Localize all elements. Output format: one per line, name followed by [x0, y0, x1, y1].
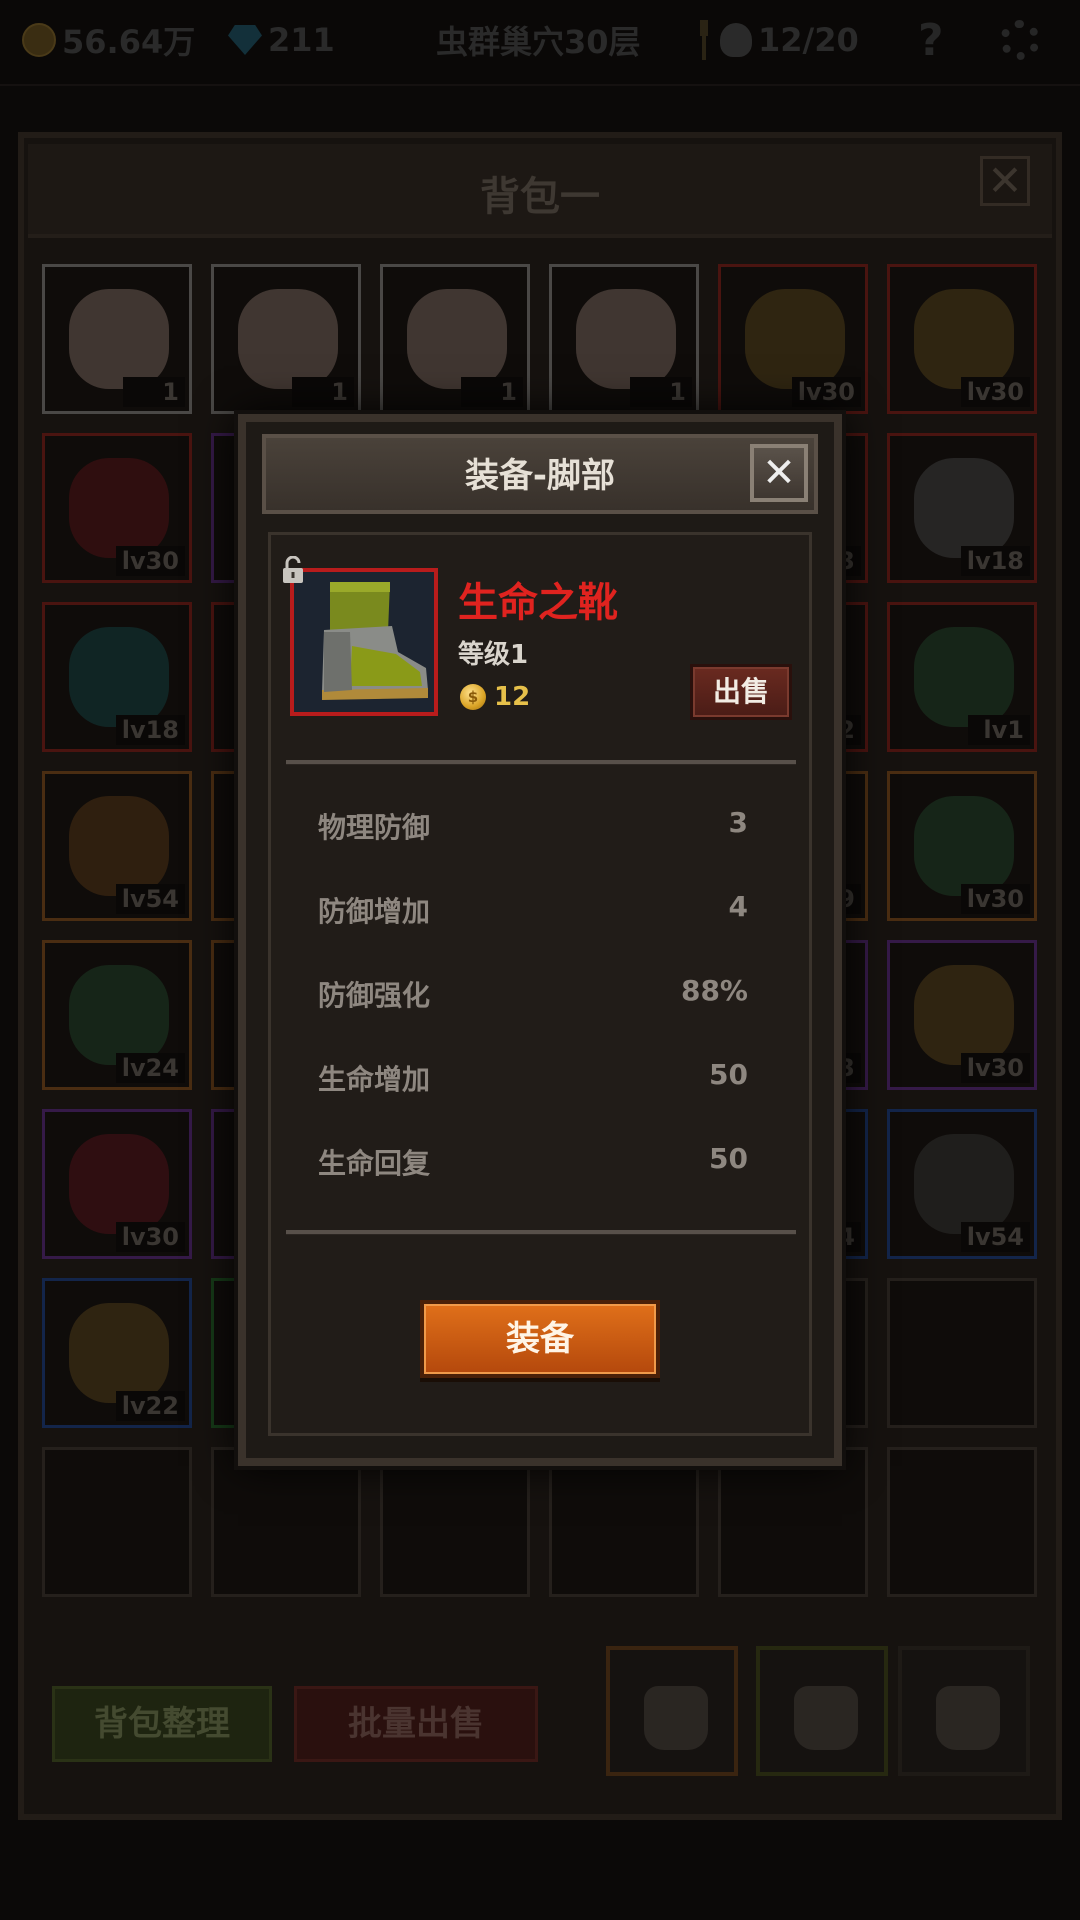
equip-button[interactable]: 装备: [420, 1300, 660, 1378]
item-level: 等级1: [458, 640, 529, 670]
stat-row: 生命回复 50: [318, 1142, 748, 1182]
coin-icon: $: [460, 684, 486, 710]
divider: [286, 760, 796, 765]
stat-name: 物理防御: [318, 811, 431, 844]
stat-name: 防御增加: [318, 895, 431, 928]
stat-row: 防御强化 88%: [318, 974, 748, 1014]
lock-icon[interactable]: [282, 556, 304, 584]
item-price: 12: [494, 682, 531, 712]
stat-row: 生命增加 50: [318, 1058, 748, 1098]
stat-value: 3: [728, 806, 748, 839]
stat-value: 50: [709, 1142, 748, 1175]
stat-value: 4: [728, 890, 748, 923]
stat-value: 88%: [680, 974, 748, 1007]
divider: [286, 1230, 796, 1235]
popup-close-button[interactable]: ✕: [750, 444, 808, 502]
stat-row: 物理防御 3: [318, 806, 748, 846]
stat-name: 防御强化: [318, 979, 431, 1012]
boot-icon: [294, 572, 434, 712]
stat-name: 生命增加: [318, 1063, 431, 1096]
item-name: 生命之靴: [458, 580, 618, 626]
sell-button[interactable]: 出售: [690, 664, 792, 720]
stat-name: 生命回复: [318, 1147, 431, 1180]
item-icon-frame[interactable]: [290, 568, 438, 716]
popup-title: 装备-脚部: [464, 456, 616, 496]
stat-value: 50: [709, 1058, 748, 1091]
stat-row: 防御增加 4: [318, 890, 748, 930]
